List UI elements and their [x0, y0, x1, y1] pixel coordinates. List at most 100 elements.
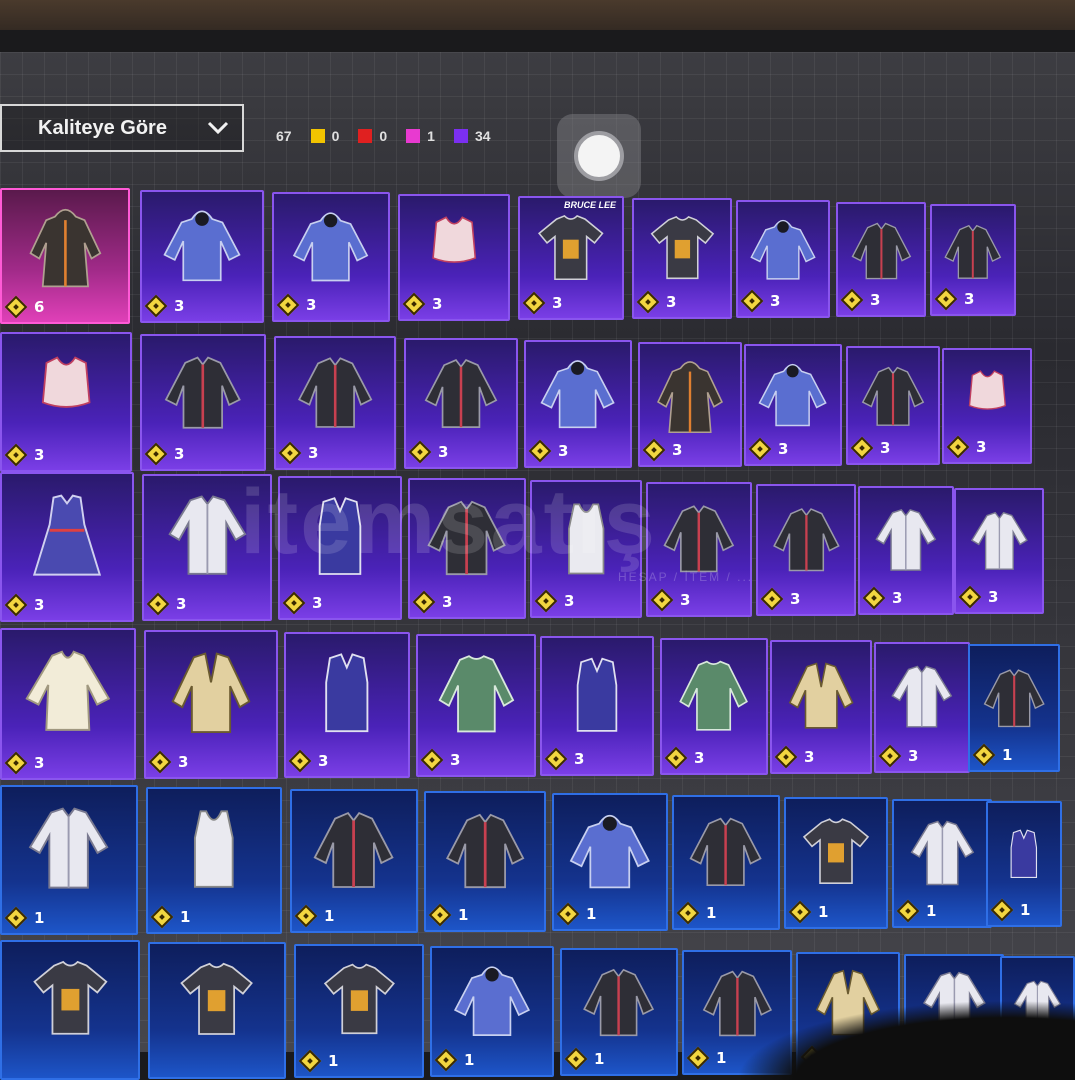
item-count: 1 [180, 908, 191, 926]
inventory-item-card[interactable]: 1 [560, 948, 678, 1076]
item-count: 3 [672, 441, 683, 459]
inventory-item-card[interactable]: 3 [744, 344, 842, 466]
inventory-item-card[interactable]: 3 [142, 474, 272, 621]
inventory-item-card[interactable]: 3 BRUCE LEE [518, 196, 624, 320]
inventory-item-card[interactable]: 3 [274, 336, 396, 470]
inventory-item-card[interactable]: 1 [784, 797, 888, 929]
item-count-badge: 3 [878, 744, 918, 768]
inventory-item-card[interactable]: 3 [836, 202, 926, 317]
item-count-badge: 1 [896, 899, 936, 923]
inventory-item-card[interactable]: 1 [552, 793, 668, 931]
item-count: 1 [818, 903, 829, 921]
item-count-badge: 6 [4, 295, 44, 319]
item-count: 1 [328, 1052, 339, 1070]
item-count-badge: 3 [946, 435, 986, 459]
inventory-item-card[interactable]: 3 [398, 194, 510, 321]
jacket-icon [313, 812, 395, 889]
inventory-item-card[interactable]: 3 [524, 340, 632, 468]
item-count-badge: 3 [4, 443, 44, 467]
item-count-badge: 3 [402, 292, 442, 316]
inventory-item-card[interactable]: 3 [756, 484, 856, 616]
item-count: 3 [176, 595, 187, 613]
tshirt-icon [32, 960, 108, 1035]
jacket-icon [427, 500, 507, 576]
inventory-item-card[interactable]: 3 [646, 482, 752, 617]
item-count: 1 [34, 909, 45, 927]
inventory-item-card[interactable] [0, 940, 140, 1080]
inventory-item-card[interactable]: 3 [140, 334, 266, 471]
diamond-icon [4, 593, 28, 617]
inventory-item-card[interactable]: 6 [0, 188, 130, 324]
diamond-icon [276, 293, 300, 317]
item-count: 3 [790, 590, 801, 608]
inventory-item-card[interactable]: 1 [892, 799, 992, 928]
inventory-item-card[interactable]: 3 [0, 472, 134, 622]
diamond-icon [896, 899, 920, 923]
item-count-badge: 3 [420, 748, 460, 772]
inventory-item-card[interactable]: 1 [986, 801, 1062, 927]
shirt-icon [910, 820, 974, 886]
inventory-item-card[interactable]: 3 [942, 348, 1032, 464]
inventory-item-card[interactable]: 3 [770, 640, 872, 774]
inventory-item-card[interactable]: 3 [736, 200, 830, 318]
diamond-icon [294, 904, 318, 928]
inventory-item-card[interactable]: 3 [660, 638, 768, 775]
inventory-item-card[interactable]: 3 [638, 342, 742, 467]
jacket-icon [297, 357, 373, 429]
item-count: 1 [464, 1051, 475, 1069]
tshirt-icon [650, 216, 714, 280]
item-count-badge: 3 [934, 287, 974, 311]
item-count-badge: 1 [990, 898, 1030, 922]
diamond-icon [412, 590, 436, 614]
item-count-badge: 3 [144, 294, 184, 318]
inventory-item-card[interactable]: 3 [0, 332, 132, 472]
inventory-item-card[interactable]: 3 [540, 636, 654, 776]
shirt-icon [891, 665, 953, 728]
inventory-item-card[interactable]: 1 [430, 946, 554, 1077]
inventory-item-card[interactable]: 1 [290, 789, 418, 933]
inventory-item-card[interactable]: 3 [416, 634, 536, 777]
inventory-item-card[interactable]: 3 [874, 642, 970, 773]
inventory-item-card[interactable]: 1 [968, 644, 1060, 772]
item-count-badge: 1 [4, 906, 45, 930]
inventory-item-card[interactable]: 1 [294, 944, 424, 1078]
inventory-item-card[interactable]: 3 [954, 488, 1044, 614]
inventory-item-card[interactable]: 3 [404, 338, 518, 469]
inventory-item-card[interactable]: 1 [672, 795, 780, 930]
inventory-item-card[interactable] [148, 942, 286, 1079]
item-count-badge: 3 [522, 291, 562, 315]
inventory-item-card[interactable]: 1 [424, 791, 546, 932]
inventory-item-card[interactable]: 3 [632, 198, 732, 319]
diamond-icon [740, 289, 764, 313]
long-coat-icon [657, 360, 723, 433]
inventory-item-card[interactable]: 3 [272, 192, 390, 322]
inventory-item-card[interactable]: 3 [930, 204, 1016, 316]
diamond-icon [522, 291, 546, 315]
inventory-item-card[interactable]: 1 [146, 787, 282, 934]
inventory-item-card[interactable]: 3 [284, 632, 410, 778]
inventory-item-card[interactable]: 3 [278, 476, 402, 620]
hoodie-icon [293, 212, 369, 282]
diamond-icon [434, 1048, 458, 1072]
inventory-item-card[interactable]: 3 [408, 478, 526, 619]
item-count: 3 [564, 592, 575, 610]
shirt-icon [167, 495, 247, 576]
diamond-icon [528, 439, 552, 463]
inventory-item-card[interactable]: 3 [140, 190, 264, 323]
diamond-icon [534, 589, 558, 613]
inventory-item-card[interactable]: 3 [0, 628, 136, 780]
diamond-icon [650, 588, 674, 612]
diamond-icon [144, 442, 168, 466]
inventory-item-card[interactable]: 3 [144, 630, 278, 779]
inventory-item-card[interactable]: 1 [0, 785, 138, 935]
item-count: 3 [312, 594, 323, 612]
diamond-icon [774, 745, 798, 769]
diamond-icon [288, 749, 312, 773]
inventory-item-card[interactable]: 3 [530, 480, 642, 618]
item-count: 3 [778, 440, 789, 458]
item-count-badge: 3 [664, 746, 704, 770]
inventory-item-card[interactable]: 3 [858, 486, 954, 615]
hoodie-icon [758, 364, 828, 427]
inventory-item-card[interactable]: 3 [846, 346, 940, 465]
diamond-icon [958, 585, 982, 609]
